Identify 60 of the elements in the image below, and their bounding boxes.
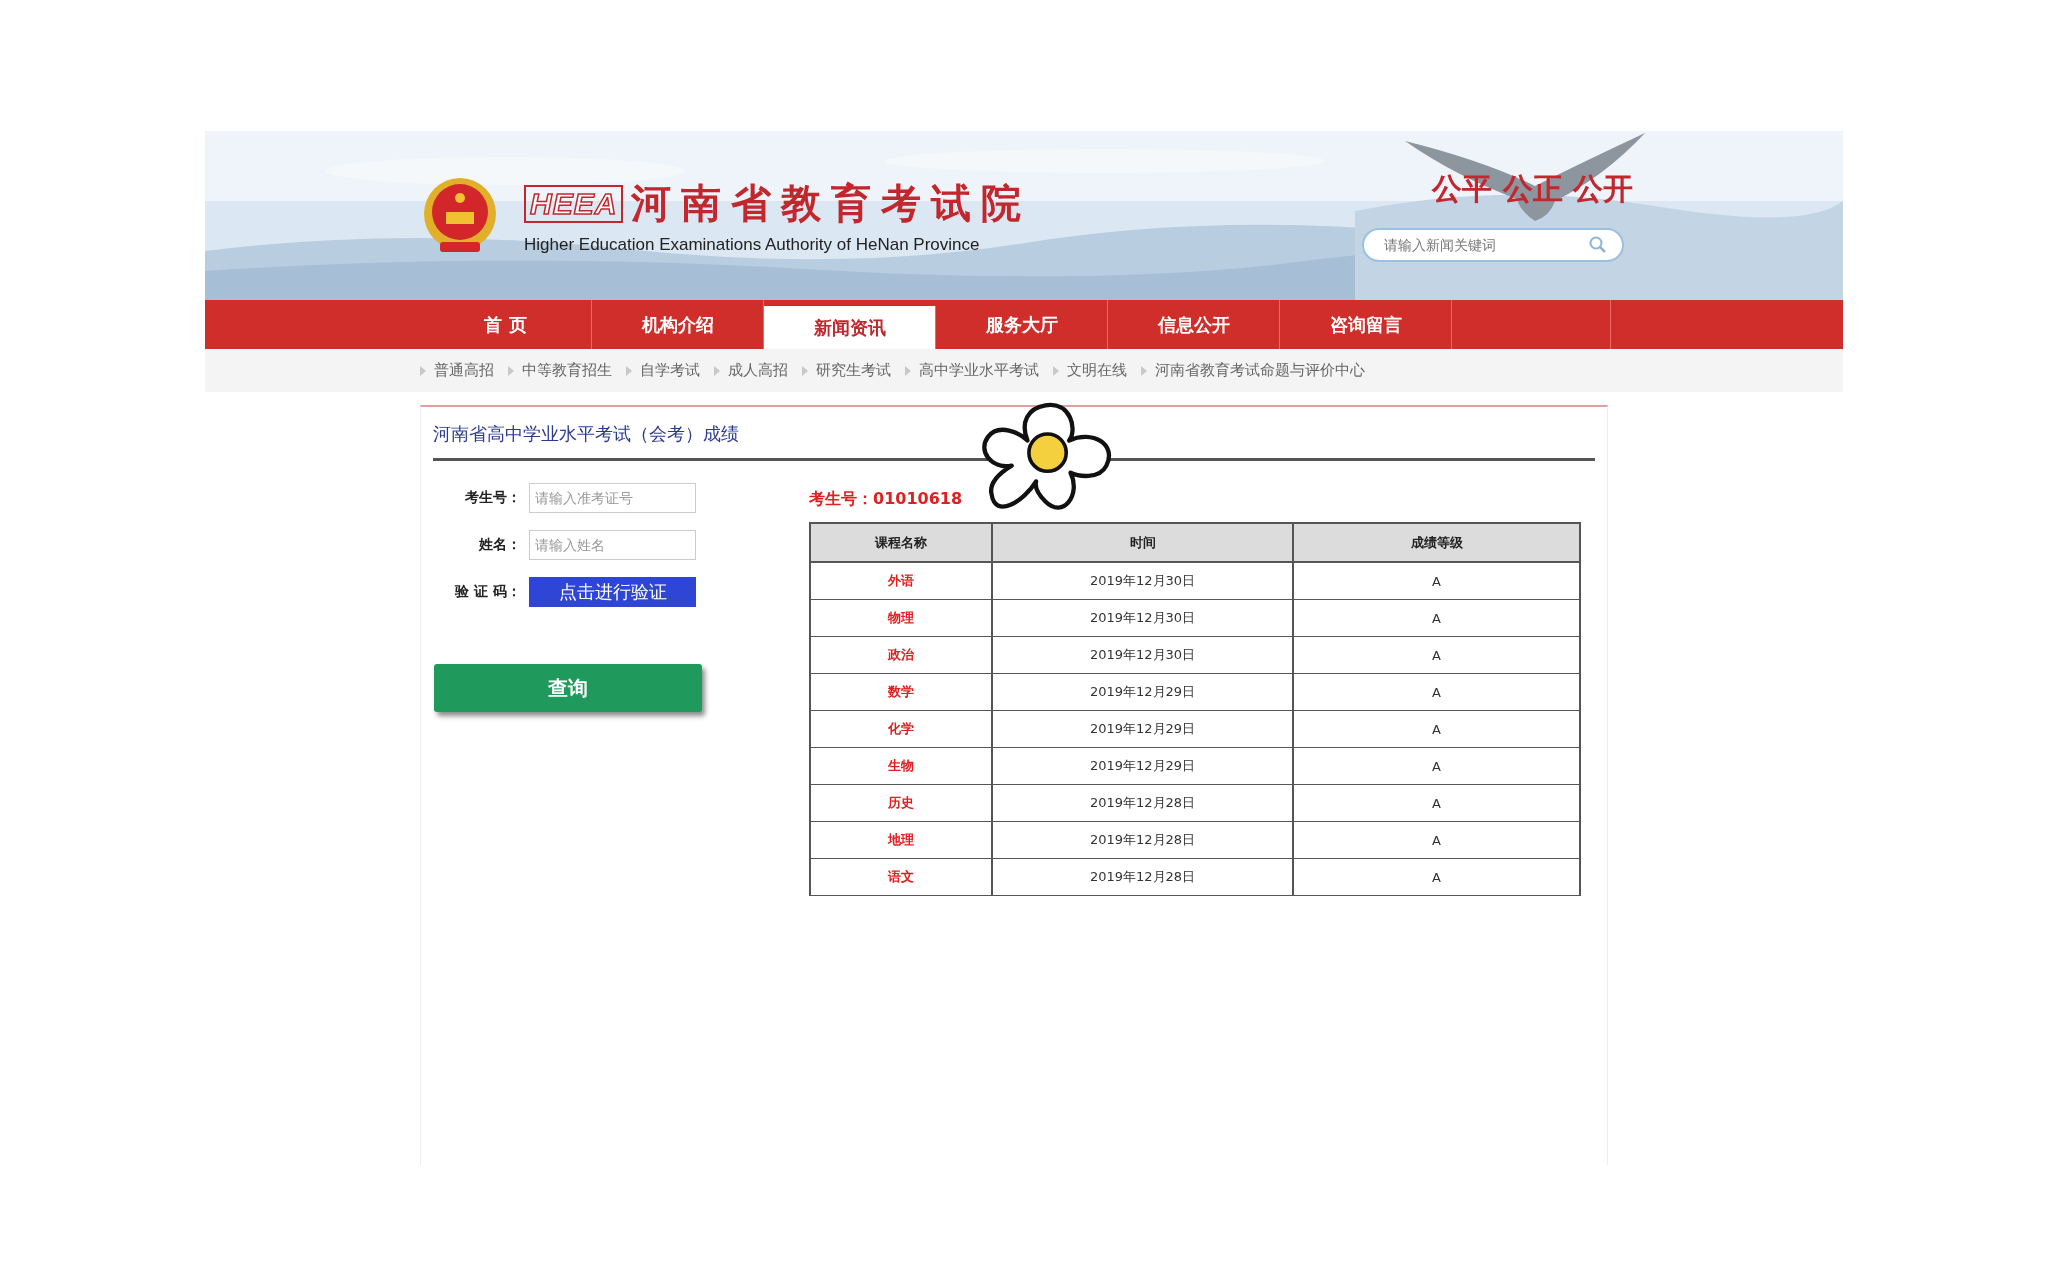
column-header: 时间 [992,523,1293,562]
triangle-icon [1053,365,1059,376]
logo-mark: HEEA [524,184,624,223]
slogan: 公平 公正 公开 [1432,170,1633,208]
triangle-icon [905,365,911,376]
field-label: 姓名： [478,536,521,554]
table-cell: 语文 [810,858,992,896]
table-cell: 政治 [810,636,992,674]
site-subtitle: Higher Education Examinations Authority of HeNan Province [524,235,981,255]
table-cell: 地理 [810,821,992,859]
table-cell: 历史 [810,784,992,822]
column-header: 课程名称 [810,523,992,562]
student-id: 考生号：01010618 [809,489,963,510]
table-cell: A [1293,599,1580,637]
subnav-link[interactable]: 普通高招 [434,361,494,380]
table-cell: 数学 [810,673,992,711]
table-cell: 外语 [810,562,992,600]
triangle-icon [802,365,808,376]
table-cell: 生物 [810,747,992,785]
triangle-icon [1141,365,1147,376]
column-header: 成绩等级 [1293,523,1580,562]
verify-button[interactable]: 点击进行验证 [529,577,696,607]
table-cell: 2019年12月29日 [992,747,1293,785]
field-label: 验 证 码： [454,583,521,601]
table-cell: A [1293,710,1580,748]
query-button[interactable]: 查询 [434,664,702,712]
table-cell: 化学 [810,710,992,748]
table-cell: 2019年12月30日 [992,636,1293,674]
table-cell: 2019年12月30日 [992,562,1293,600]
subnav-link[interactable]: 自学考试 [640,361,700,380]
table-cell: A [1293,673,1580,711]
table-cell: A [1293,858,1580,896]
table-cell: 2019年12月28日 [992,821,1293,859]
subnav-link[interactable]: 成人高招 [728,361,788,380]
triangle-icon [420,365,426,376]
subnav-link[interactable]: 中等教育招生 [522,361,612,380]
subnav-link[interactable]: 研究生考试 [816,361,891,380]
field-label: 考生号： [464,489,521,507]
table-cell: A [1293,562,1580,600]
table-cell: 2019年12月28日 [992,784,1293,822]
input-field[interactable]: 请输入姓名 [529,530,696,560]
subnav-link[interactable]: 文明在线 [1067,361,1127,380]
table-cell: A [1293,636,1580,674]
table-cell: A [1293,747,1580,785]
table-cell: 物理 [810,599,992,637]
table-cell: 2019年12月30日 [992,599,1293,637]
subnav-link[interactable]: 河南省教育考试命题与评价中心 [1155,361,1365,380]
table-cell: A [1293,821,1580,859]
table-cell: A [1293,784,1580,822]
table-cell: 2019年12月29日 [992,710,1293,748]
nav-tab[interactable]: 新闻资讯 [764,306,936,349]
subnav-link[interactable]: 高中学业水平考试 [919,361,1039,380]
table-cell: 2019年12月28日 [992,858,1293,896]
triangle-icon [508,365,514,376]
triangle-icon [714,365,720,376]
input-field[interactable]: 请输入准考证号 [529,483,696,513]
table-cell: 2019年12月29日 [992,673,1293,711]
site-title: 河南省教育考试院 [631,179,1032,228]
search-field[interactable]: 请输入新闻关键词 [1362,228,1625,262]
triangle-icon [626,365,632,376]
